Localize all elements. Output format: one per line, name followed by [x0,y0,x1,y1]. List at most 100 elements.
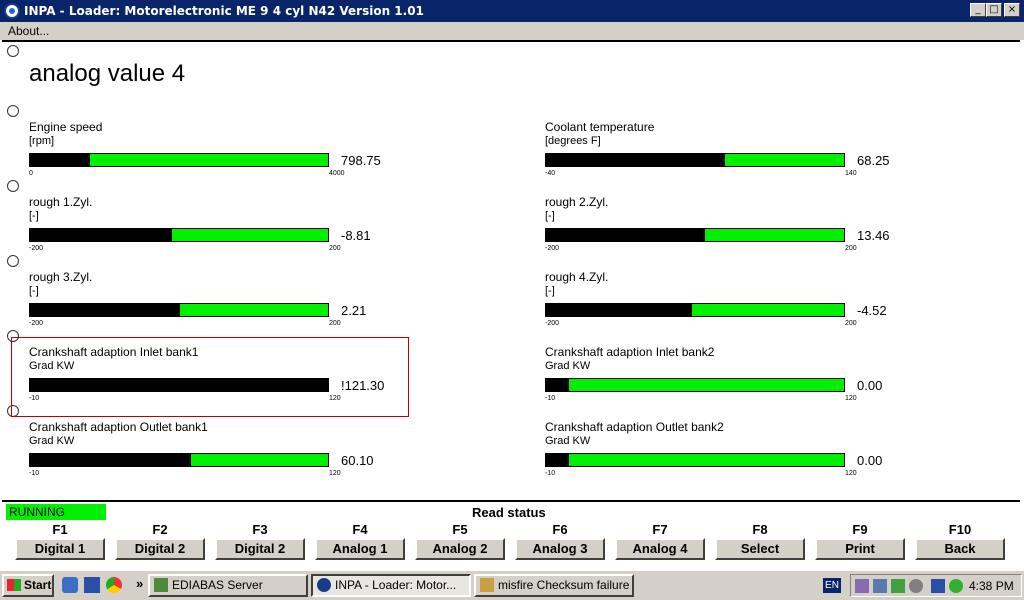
gauge-rough-1: rough 1.Zyl. [-] -8.81 -200 200 [29,195,429,265]
f4-analog1-button[interactable]: Analog 1 [315,538,405,560]
bluetooth-icon[interactable] [931,579,945,593]
gauge-label: rough 4.Zyl. [545,270,609,284]
gauge-max: 120 [329,470,341,477]
fkey-label-f2: F2 [152,522,168,537]
f8-select-button[interactable]: Select [715,538,805,560]
gauge-rough-2: rough 2.Zyl. [-] 13.46 -200 200 [545,195,945,265]
gauge-fill [30,454,191,466]
gauge-rough-4: rough 4.Zyl. [-] -4.52 -200 200 [545,270,945,340]
f10-back-button[interactable]: Back [915,538,1005,560]
window-title: INPA - Loader: Motorelectronic ME 9 4 cy… [24,4,424,18]
f1-digital1-button[interactable]: Digital 1 [15,538,105,560]
close-button[interactable]: × [1004,3,1020,17]
save-quicklaunch-icon[interactable] [84,577,100,593]
app-icon [4,3,20,19]
gauge-value: 68.25 [857,153,890,168]
gauge-bar [545,453,845,467]
start-button[interactable]: Start [2,574,54,597]
gauge-min: -200 [29,245,44,252]
f3-digital2-button[interactable]: Digital 2 [215,538,305,560]
f2-digital2-button[interactable]: Digital 2 [115,538,205,560]
f6-analog3-button[interactable]: Analog 3 [515,538,605,560]
gauge-max: 140 [845,170,857,177]
gauge-min: -10 [545,470,556,477]
function-keys: F1 Digital 1 F2 Digital 2 F3 Digital 2 F… [2,520,1020,564]
ie-quicklaunch-icon[interactable] [62,577,78,593]
clock[interactable]: 4:38 PM [969,579,1014,593]
main-panel: analog value 4 Engine speed [rpm] 798.75… [2,40,1020,500]
gauge-max: 4000 [329,170,345,177]
f5-analog2-button[interactable]: Analog 2 [415,538,505,560]
gauge-bar [545,378,845,392]
minimize-button[interactable]: _ [970,3,986,17]
f9-print-button[interactable]: Print [815,538,905,560]
gauge-value: -8.81 [341,228,371,243]
volume-icon[interactable] [909,579,923,593]
gauge-min: 0 [29,170,33,177]
row-radio-1[interactable] [7,45,19,57]
gauge-bar [29,228,329,242]
gauge-fill [30,229,173,241]
status-icon[interactable] [949,579,963,593]
gauge-unit: [-] [29,210,39,222]
tray-utility-icon[interactable] [891,579,905,593]
fkey-label-f9: F9 [852,522,868,537]
row-radio-2[interactable] [7,105,19,117]
network-icon[interactable] [873,579,887,593]
fkey-label-f5: F5 [452,522,468,537]
page-title: analog value 4 [29,60,186,87]
tray-app-icon[interactable] [855,579,869,593]
fkey-label-f8: F8 [752,522,768,537]
quicklaunch-more-icon[interactable]: » [136,576,143,591]
gauge-crank-outlet-bank1: Crankshaft adaption Outlet bank1 Grad KW… [29,420,429,490]
row-radio-4[interactable] [7,255,19,267]
gauge-max: 200 [329,245,341,252]
task-inpa-loader[interactable]: INPA - Loader: Motor... [311,574,471,597]
f7-analog4-button[interactable]: Analog 4 [615,538,705,560]
gauge-label: rough 1.Zyl. [29,195,93,209]
task-ediabas-server[interactable]: EDIABAS Server [148,574,308,597]
maximize-button[interactable]: □ [986,3,1002,17]
gauge-unit: Grad KW [545,435,591,447]
gauge-min: -10 [29,470,40,477]
gauge-fill [30,379,328,391]
gauge-crank-inlet-bank1: Crankshaft adaption Inlet bank1 Grad KW … [29,345,429,415]
fkey-label-f10: F10 [948,522,972,537]
language-indicator[interactable]: EN [823,578,841,593]
task-label: EDIABAS Server [172,578,263,592]
bmw-icon [317,578,331,592]
gauge-unit: [-] [545,210,555,222]
gauge-fill [30,154,90,166]
title-bar: INPA - Loader: Motorelectronic ME 9 4 cy… [0,0,1024,22]
gauge-crank-inlet-bank2: Crankshaft adaption Inlet bank2 Grad KW … [545,345,945,415]
gauge-label: Coolant temperature [545,120,655,134]
gauge-fill [546,304,692,316]
gauge-unit: [rpm] [29,135,55,147]
start-label: Start [24,578,52,592]
gauge-fill [546,229,706,241]
task-misfire-document[interactable]: misfire Checksum failure ... [474,574,634,597]
gauge-bar [29,153,329,167]
gauge-label: rough 2.Zyl. [545,195,609,209]
fkey-label-f6: F6 [552,522,568,537]
gauge-value: 0.00 [857,378,883,393]
gauge-label: Crankshaft adaption Inlet bank1 [29,345,199,359]
gauge-fill [546,379,569,391]
gauge-max: 120 [845,395,857,402]
windows-logo-icon [7,579,21,591]
row-radio-3[interactable] [7,180,19,192]
gauge-unit: Grad KW [29,435,75,447]
menu-bar: About... [0,22,1024,40]
gauge-bar [29,303,329,317]
gauge-value: 798.75 [341,153,381,168]
gauge-label: Engine speed [29,120,103,134]
task-label: INPA - Loader: Motor... [335,578,457,592]
gauge-engine-speed: Engine speed [rpm] 798.75 0 4000 [29,120,429,190]
chrome-quicklaunch-icon[interactable] [106,577,122,593]
gauge-coolant-temperature: Coolant temperature [degrees F] 68.25 -4… [545,120,945,190]
menu-about[interactable]: About... [8,24,49,38]
gauge-min: -10 [29,395,40,402]
gauge-fill [546,154,725,166]
gauge-unit: [-] [29,285,39,297]
gauge-value: !121.30 [341,378,385,393]
